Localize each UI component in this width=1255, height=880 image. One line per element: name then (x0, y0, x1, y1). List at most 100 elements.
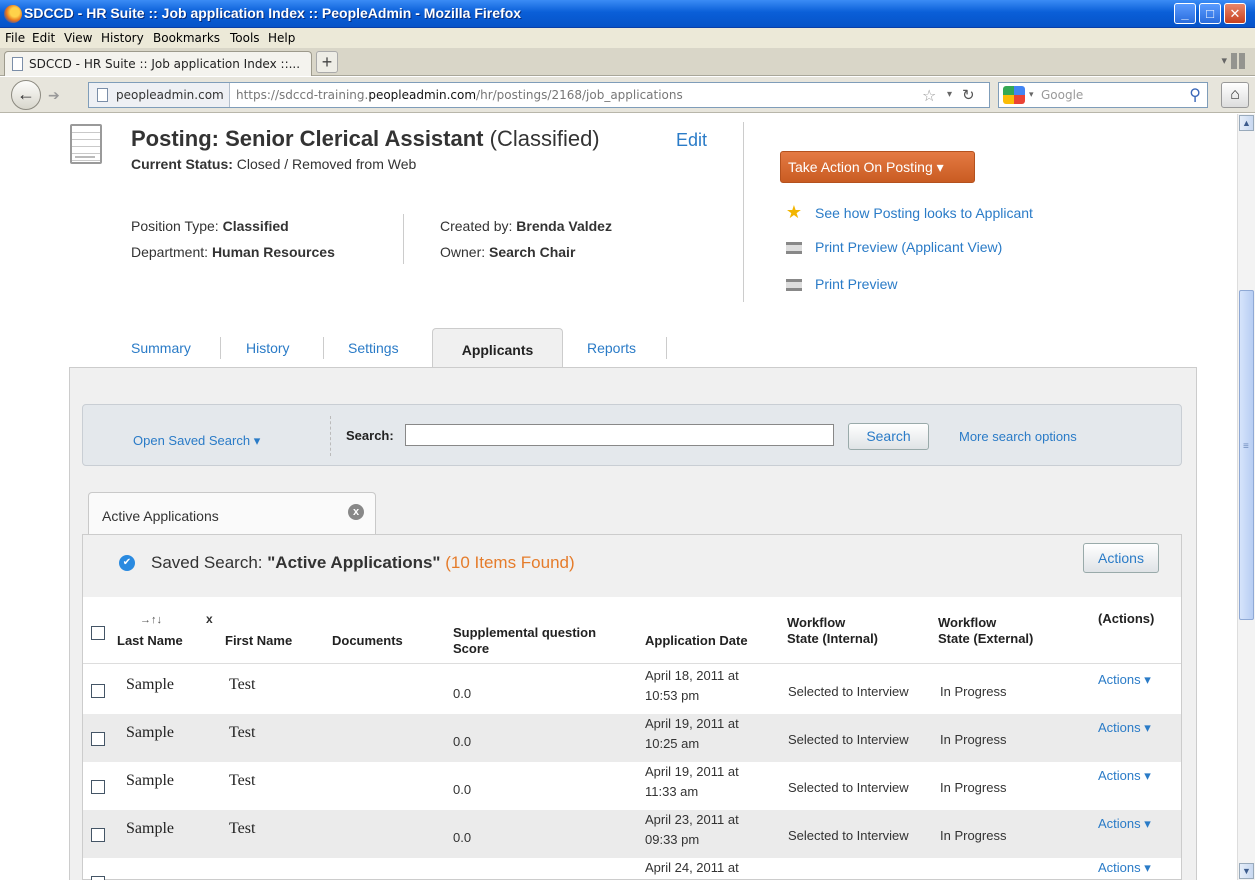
saved-search-tab[interactable]: Active Applications x (88, 492, 376, 534)
bookmark-star-icon[interactable]: ☆ (922, 86, 936, 106)
column-application-date[interactable]: Application Date (645, 633, 748, 649)
row-date-line1: April 23, 2011 at (645, 812, 739, 827)
row-first-name: Test (229, 724, 256, 741)
edit-posting-link[interactable]: Edit (676, 130, 707, 151)
browser-tab-strip: SDCCD - HR Suite :: Job application Inde… (0, 48, 1255, 76)
search-label: Search: (346, 428, 394, 443)
row-score: 0.0 (453, 830, 472, 845)
column-workflow-internal[interactable]: Workflow State (Internal) (787, 615, 878, 647)
url-history-dropdown-icon[interactable]: ▾ (947, 89, 952, 100)
row-actions-dropdown[interactable]: Actions ▾ (1098, 672, 1151, 688)
tab-groups-icon[interactable] (1231, 53, 1247, 69)
column-last-name[interactable]: Last Name (117, 633, 183, 649)
magnifier-icon[interactable]: ⚲ (1189, 85, 1201, 105)
row-score: 0.0 (453, 734, 472, 749)
page-viewport: Posting: Senior Clerical Assistant (Clas… (0, 114, 1237, 880)
reload-icon[interactable]: ↻ (962, 86, 975, 104)
star-icon: ★ (785, 202, 803, 222)
created-by-label: Created by: (440, 218, 517, 234)
table-row: Sample Test 0.0 April 23, 2011 at 09:33 … (83, 810, 1181, 858)
scroll-down-arrow-icon[interactable]: ▼ (1239, 863, 1254, 879)
position-type: Position Type: Classified (131, 218, 289, 234)
clear-sort-icon[interactable]: x (206, 612, 213, 626)
close-tab-icon[interactable]: x (348, 504, 364, 520)
tab-applicants[interactable]: Applicants (432, 328, 563, 368)
menu-help[interactable]: Help (268, 31, 295, 45)
applicant-view-link[interactable]: ★ See how Posting looks to Applicant (785, 202, 1033, 223)
menu-history[interactable]: History (101, 31, 144, 45)
row-date-line2: 09:33 pm (645, 832, 700, 847)
tab-history[interactable]: History (246, 340, 290, 356)
column-workflow-external[interactable]: Workflow State (External) (938, 615, 1033, 647)
row-checkbox[interactable] (91, 780, 105, 794)
row-checkbox[interactable] (91, 684, 105, 698)
row-score: 0.0 (453, 686, 472, 701)
print-preview-applicant-link[interactable]: Print Preview (Applicant View) (785, 239, 1002, 255)
column-supplemental-score-line1: Supplemental question (453, 625, 597, 640)
column-actions: (Actions) (1098, 611, 1155, 626)
site-domain: peopleadmin.com (116, 88, 224, 102)
menu-file[interactable]: File (5, 31, 25, 45)
position-type-label: Position Type: (131, 218, 223, 234)
print-preview-link[interactable]: Print Preview (785, 276, 897, 292)
home-icon[interactable]: ⌂ (1221, 82, 1249, 108)
row-first-name: Test (229, 772, 256, 789)
maximize-button[interactable]: □ (1199, 3, 1221, 24)
url-host: peopleadmin.com (368, 88, 477, 102)
vertical-scrollbar[interactable]: ▲ ▼ (1237, 114, 1255, 880)
created-by-value: Brenda Valdez (516, 218, 612, 234)
menu-view[interactable]: View (64, 31, 92, 45)
new-tab-button[interactable]: + (316, 51, 338, 73)
web-search-bar[interactable]: ▾ Google ⚲ (998, 82, 1208, 108)
tab-list-chevron-icon[interactable]: ▾ (1221, 54, 1227, 67)
row-workflow-internal: Selected to Interview (788, 684, 909, 699)
column-supplemental-score[interactable]: Supplemental question Score (453, 625, 596, 657)
bulk-actions-button[interactable]: Actions (1083, 543, 1159, 573)
site-identity-button[interactable]: peopleadmin.com (89, 83, 230, 107)
take-action-button[interactable]: Take Action On Posting ▾ (780, 151, 975, 183)
close-window-button[interactable]: ✕ (1224, 3, 1246, 24)
tab-reports[interactable]: Reports (587, 340, 636, 356)
owner: Owner: Search Chair (440, 244, 575, 260)
scrollbar-thumb[interactable] (1239, 290, 1254, 620)
table-row: Sample Test 0.0 April 19, 2011 at 10:25 … (83, 714, 1181, 762)
department-value: Human Resources (211, 244, 335, 260)
open-saved-search-dropdown[interactable]: Open Saved Search ▾ (133, 433, 260, 449)
created-by: Created by: Brenda Valdez (440, 218, 612, 234)
column-first-name[interactable]: First Name (225, 633, 292, 649)
url-bar[interactable]: peopleadmin.com https://sdccd-training.p… (88, 82, 990, 108)
url-text[interactable]: https://sdccd-training.peopleadmin.com/h… (236, 88, 683, 102)
row-actions-dropdown[interactable]: Actions ▾ (1098, 816, 1151, 832)
sort-arrows-icon[interactable]: →↑↓ (140, 614, 162, 626)
more-search-options-link[interactable]: More search options (959, 429, 1077, 444)
web-search-input[interactable]: Google (1041, 88, 1083, 102)
search-button[interactable]: Search (848, 423, 929, 450)
print-preview-applicant-label: Print Preview (Applicant View) (815, 239, 1003, 255)
tab-summary[interactable]: Summary (131, 340, 191, 356)
row-checkbox[interactable] (91, 876, 105, 880)
row-actions-dropdown[interactable]: Actions ▾ (1098, 860, 1151, 876)
row-checkbox[interactable] (91, 828, 105, 842)
forward-button[interactable]: ➔ (48, 87, 60, 104)
posting-title: Posting: Senior Clerical Assistant (Clas… (131, 126, 600, 152)
tab-settings[interactable]: Settings (348, 340, 399, 356)
row-actions-dropdown[interactable]: Actions ▾ (1098, 768, 1151, 784)
minimize-button[interactable]: _ (1174, 3, 1196, 24)
google-engine-icon[interactable] (1003, 86, 1025, 104)
row-workflow-internal: Selected to Interview (788, 732, 909, 747)
search-input[interactable] (405, 424, 834, 446)
menu-edit[interactable]: Edit (32, 31, 55, 45)
column-documents[interactable]: Documents (332, 633, 403, 649)
engine-dropdown-icon[interactable]: ▾ (1029, 89, 1034, 100)
row-date-line1: April 18, 2011 at (645, 668, 739, 683)
scroll-up-arrow-icon[interactable]: ▲ (1239, 115, 1254, 131)
row-actions-dropdown[interactable]: Actions ▾ (1098, 720, 1151, 736)
menu-bookmarks[interactable]: Bookmarks (153, 31, 220, 45)
posting-title-main: Posting: Senior Clerical Assistant (131, 126, 484, 151)
select-all-checkbox[interactable] (91, 626, 105, 640)
row-first-name: Test (229, 676, 256, 693)
browser-tab[interactable]: SDCCD - HR Suite :: Job application Inde… (4, 51, 312, 76)
back-button[interactable]: ← (11, 80, 41, 110)
menu-tools[interactable]: Tools (230, 31, 260, 45)
row-checkbox[interactable] (91, 732, 105, 746)
